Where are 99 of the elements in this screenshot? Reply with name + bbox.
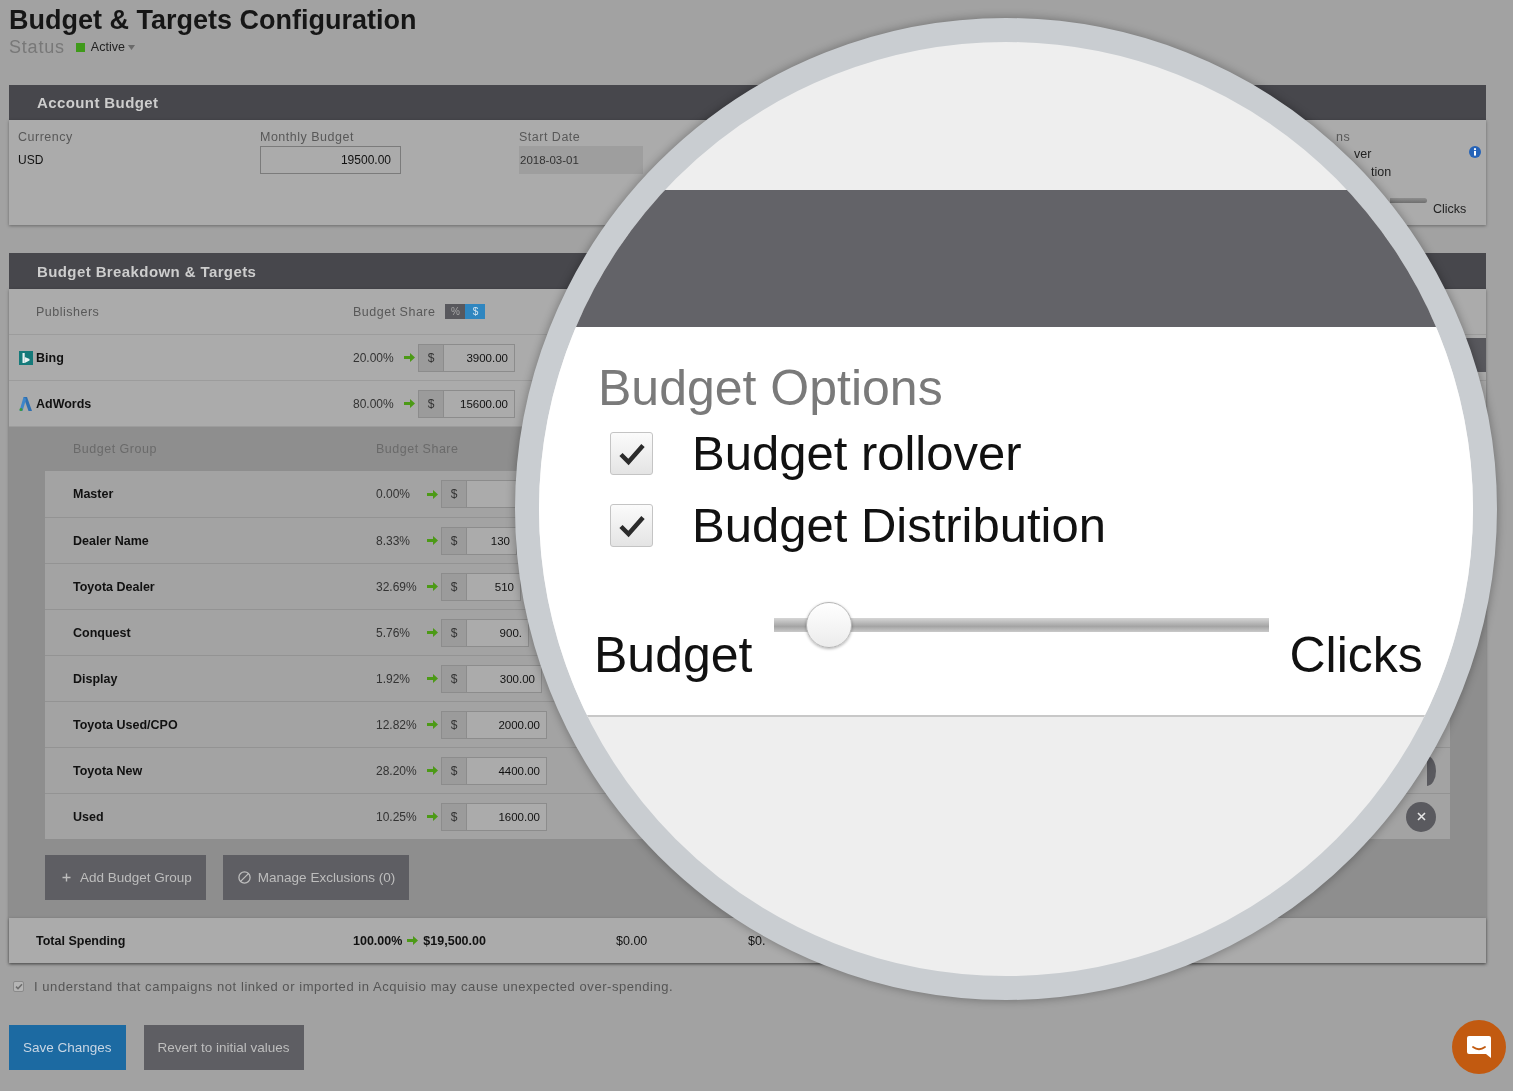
budget-share: 10.25%	[376, 809, 417, 824]
chat-icon	[1466, 1035, 1492, 1059]
section-title: Budget Options	[598, 360, 943, 418]
arrow-right-icon	[427, 489, 438, 499]
column-header: Publishers	[36, 304, 101, 319]
group-name: Toyota New	[73, 763, 144, 778]
group-name: Toyota Dealer	[73, 579, 156, 594]
slider-thumb[interactable]	[805, 601, 852, 648]
column-header: Budget Share	[353, 304, 436, 319]
arrow-right-icon	[427, 674, 438, 683]
option-label: Budget Distribution	[692, 497, 1106, 554]
currency-addon: $	[441, 756, 467, 785]
chat-button[interactable]	[1452, 1020, 1506, 1074]
slider-label: Clicks	[1433, 202, 1467, 217]
budget-share: 20.00%	[353, 350, 394, 365]
arrow-right-icon	[427, 536, 438, 545]
input-field[interactable]: 19500.00	[260, 146, 401, 174]
budget-share: 12.82%	[376, 717, 417, 732]
ban-icon	[237, 871, 251, 884]
arrow-right-icon	[427, 766, 438, 775]
amount-field[interactable]: 3900.00	[444, 343, 515, 372]
field-value: USD	[18, 152, 44, 169]
exclusions-button[interactable]: Manage Exclusions (0)	[222, 855, 410, 900]
slider-label: Clicks	[1289, 626, 1423, 684]
amount-field[interactable]: 2000.00	[467, 710, 547, 739]
check-icon	[617, 441, 646, 466]
status-dropdown[interactable]: Active	[75, 39, 135, 55]
amount-field[interactable]: 1600.00	[467, 802, 547, 831]
publisher-name: Bing	[36, 350, 64, 365]
slider-track[interactable]	[1390, 198, 1427, 203]
amount-field[interactable]: 130	[467, 526, 517, 555]
budget-share: 32.69%	[376, 579, 417, 594]
arrow-right-icon	[404, 353, 415, 362]
amount-field[interactable]: 900.	[467, 618, 529, 647]
checkbox[interactable]	[13, 981, 24, 992]
option-label: tion	[1371, 164, 1392, 181]
delete-button[interactable]	[1406, 801, 1436, 832]
amount-field[interactable]: 4400.00	[467, 756, 547, 785]
group-name: Conquest	[73, 625, 132, 640]
total-label: Total Spending	[36, 933, 127, 948]
budget-share: 80.00%	[353, 396, 394, 411]
save-button[interactable]: Save Changes	[9, 1025, 126, 1070]
delete-button[interactable]	[1427, 755, 1436, 786]
status-icon	[75, 42, 85, 52]
option-label: ver	[1354, 146, 1372, 163]
add-group-button[interactable]: Add Budget Group	[45, 855, 206, 900]
checkbox[interactable]	[610, 504, 653, 547]
currency-addon: $	[441, 618, 467, 647]
amount-field[interactable]: 510	[467, 572, 521, 601]
currency-addon: $	[418, 343, 444, 372]
total-value: $0.00	[616, 933, 649, 948]
arrow-right-icon	[427, 628, 438, 637]
info-icon[interactable]	[1469, 146, 1481, 158]
plus-icon	[60, 871, 73, 884]
revert-button[interactable]: Revert to initial values	[143, 1025, 304, 1070]
currency-addon: $	[441, 572, 467, 601]
amount-field[interactable]: 300.00	[467, 664, 542, 693]
field-label: Currency	[18, 130, 73, 145]
group-name: Used	[73, 809, 105, 824]
total-share: 100.00%	[353, 933, 403, 948]
option-label: Budget rollover	[692, 425, 1022, 482]
logo-icon	[19, 350, 33, 365]
field-label: ns	[1336, 130, 1351, 145]
total-amount: $19,500.00	[423, 933, 486, 948]
field-label: Start Date	[519, 130, 581, 145]
arrow-right-icon	[404, 399, 415, 408]
group-name: Toyota Used/CPO	[73, 717, 179, 732]
caret-icon	[127, 44, 135, 50]
budget-share: 8.33%	[376, 533, 411, 548]
budget-share: 28.20%	[376, 763, 417, 778]
budget-share: 5.76%	[376, 625, 411, 640]
arrow-right-icon	[427, 582, 438, 591]
currency-addon: $	[441, 710, 467, 739]
currency-addon: $	[418, 389, 444, 418]
total-value: $0.	[748, 933, 767, 948]
publisher-name: AdWords	[36, 396, 92, 411]
group-name: Dealer Name	[73, 533, 150, 548]
field-label: Monthly Budget	[260, 130, 354, 145]
currency-addon: $	[441, 664, 467, 693]
check-icon	[617, 513, 646, 538]
arrow-right-icon	[427, 812, 438, 821]
close-icon	[1416, 812, 1426, 821]
logo-icon	[19, 396, 33, 411]
budget-share: 1.92%	[376, 671, 411, 686]
acknowledgement-text: I understand that campaigns not linked or imported in Acquisio may cause unexpected over-spending.	[34, 979, 674, 994]
slider-label: Budget	[594, 626, 753, 684]
arrow-right-icon	[427, 720, 438, 729]
currency-addon: $	[441, 480, 467, 508]
page-title: Budget & Targets Configuration	[9, 4, 417, 36]
amount-field[interactable]	[467, 480, 517, 508]
group-name: Master	[73, 487, 115, 501]
check-icon	[14, 983, 23, 990]
arrow-right-icon	[407, 936, 419, 945]
budget-share: 0.00%	[376, 487, 411, 501]
amount-field[interactable]: 15600.00	[444, 389, 515, 418]
group-name: Display	[73, 671, 119, 686]
currency-addon: $	[441, 802, 467, 831]
currency-addon: $	[441, 526, 467, 555]
checkbox[interactable]	[610, 432, 653, 475]
